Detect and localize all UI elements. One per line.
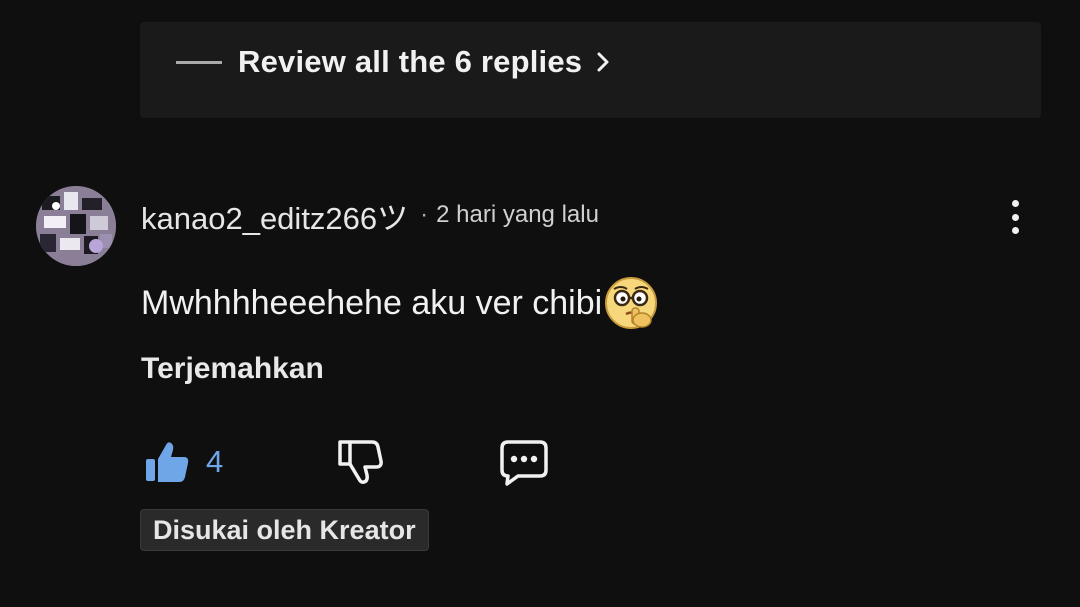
creator-liked-badge: Disukai oleh Kreator [140, 509, 429, 551]
comment-header: kanao2_editz266ツ · 2 hari yang lalu [141, 193, 599, 237]
comment-screen: Review all the 6 replies kanao2_editz266… [0, 0, 1080, 607]
replies-label: Review all the 6 replies [238, 44, 583, 79]
chevron-right-icon [594, 49, 616, 75]
like-count: 4 [206, 444, 224, 479]
comment-bubble-icon [500, 440, 548, 486]
translate-link[interactable]: Terjemahkan [141, 352, 324, 386]
dislike-button[interactable] [334, 436, 386, 488]
avatar[interactable] [36, 186, 116, 266]
reply-button[interactable] [498, 436, 550, 488]
thumbs-down-icon [338, 440, 383, 484]
replies-panel: Review all the 6 replies [140, 22, 1041, 118]
more-vert-icon-dot [1011, 213, 1019, 221]
header-separator: · [420, 201, 429, 228]
comment-body: Mwhhhheeehehe aku ver chibi [141, 277, 660, 329]
like-button[interactable]: 4 [142, 436, 223, 488]
comment-text: Mwhhhheeehehe aku ver chibi [141, 283, 603, 322]
view-replies-button[interactable]: Review all the 6 replies [176, 42, 616, 82]
thumbs-up-icon [146, 442, 189, 482]
more-options-button[interactable] [1000, 196, 1030, 238]
more-vert-icon-dot [1011, 227, 1019, 234]
comment-author[interactable]: kanao2_editz266ツ [141, 193, 408, 238]
more-vert-icon-dot [1011, 200, 1019, 207]
comment-timestamp: 2 hari yang lalu [436, 201, 599, 228]
replies-divider-line [176, 60, 222, 64]
shushing-nerd-face-emoji-icon [605, 277, 658, 329]
